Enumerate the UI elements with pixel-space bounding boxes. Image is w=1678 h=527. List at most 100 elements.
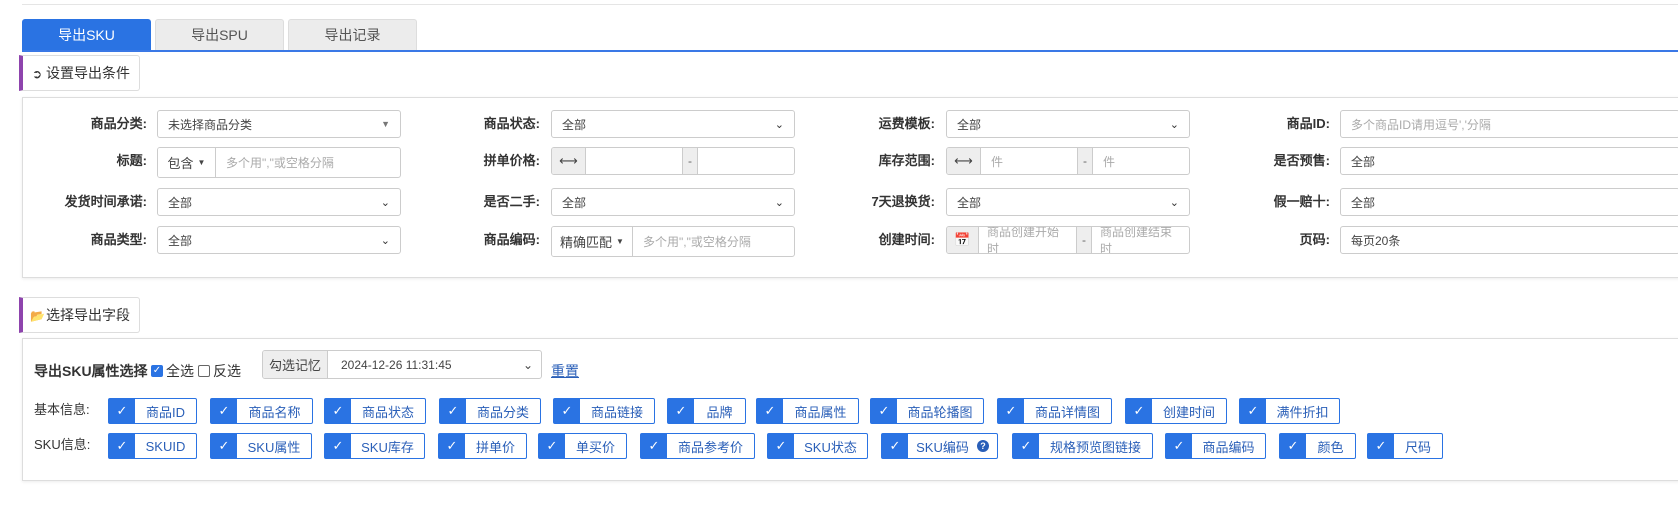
created-end-input[interactable]: 商品创建结束时 [1092, 227, 1189, 253]
chevron-down-icon: ⌄ [1169, 118, 1179, 131]
field-label: 商品轮播图 [907, 404, 973, 420]
freight-value: 全部 [957, 117, 982, 132]
title-mode-dropdown[interactable]: 包含 ▼ [158, 148, 216, 177]
goods-id-placeholder: 多个商品ID请用逗号','分隔 [1351, 117, 1491, 132]
field-label: 满件折扣 [1276, 404, 1329, 420]
help-circle-icon: ? [977, 440, 989, 452]
sku-field-checkbox[interactable]: ✓ 商品参考价 [640, 433, 755, 459]
stock-min-input[interactable]: 件 [981, 148, 1077, 174]
field-label: SKUID [145, 438, 186, 454]
range-separator: - [682, 148, 698, 174]
group-price-max-input[interactable] [698, 148, 794, 174]
sku-field-checkbox[interactable]: ✓ SKU属性 [210, 433, 312, 459]
invert-checkbox[interactable]: 反选 [198, 361, 241, 381]
stock-label: 库存范围: [878, 153, 935, 168]
caret-down-icon: ▼ [616, 237, 624, 246]
goods-type-value: 全部 [168, 233, 193, 248]
range-arrows-icon: ⟷ [552, 148, 586, 174]
freight-label: 运费模板: [878, 116, 935, 131]
basic-field-checkbox[interactable]: ✓ 创建时间 [1125, 398, 1227, 424]
field-label: 规格预览图链接 [1049, 439, 1141, 455]
select-all-checkbox[interactable]: ✓ 全选 [151, 361, 194, 381]
ship-promise-select[interactable]: 全部 ⌄ [157, 188, 401, 216]
chevron-down-icon: ⌄ [522, 357, 533, 372]
range-arrows-icon: ⟷ [947, 148, 981, 174]
stock-max-input[interactable]: 件 [1093, 148, 1189, 174]
sku-field-checkbox[interactable]: ✓ 规格预览图链接 [1012, 433, 1153, 459]
tab-export-records[interactable]: 导出记录 [288, 19, 417, 50]
sku-field-checkbox[interactable]: ✓ SKU编码? [881, 433, 998, 459]
group-price-range: ⟷ - [551, 147, 795, 175]
goods-code-mode-value: 精确匹配 [560, 235, 613, 250]
goods-type-select[interactable]: 全部 ⌄ [157, 226, 401, 254]
sku-field-checkbox[interactable]: ✓ SKUID [108, 433, 197, 459]
group-price-min-input[interactable] [586, 148, 682, 174]
page-size-select[interactable]: 每页20条 [1340, 226, 1678, 254]
second-hand-select[interactable]: 全部 ⌄ [551, 188, 795, 216]
goods-code-placeholder: 多个用","或空格分隔 [643, 235, 751, 249]
title-mode-value: 包含 [167, 156, 194, 171]
field-label: 商品详情图 [1034, 404, 1100, 420]
status-select[interactable]: 全部 ⌄ [551, 110, 795, 138]
check-icon: ✓ [109, 399, 135, 423]
tab-export-sku[interactable]: 导出SKU [22, 19, 151, 50]
return7-select[interactable]: 全部 ⌄ [946, 188, 1190, 216]
basic-field-checkbox[interactable]: ✓ 满件折扣 [1239, 398, 1340, 424]
field-label: 单买价 [575, 439, 615, 455]
presale-label: 是否预售: [1273, 153, 1330, 168]
field-label: 商品参考价 [677, 439, 743, 455]
check-icon: ✓ [554, 399, 580, 423]
check-icon: ✓ [668, 399, 694, 423]
sku-info-label: SKU信息: [34, 437, 91, 452]
freight-select[interactable]: 全部 ⌄ [946, 110, 1190, 138]
folder-open-icon: 📂 [30, 309, 45, 323]
basic-field-checkbox[interactable]: ✓ 商品名称 [210, 398, 313, 424]
status-value: 全部 [562, 117, 587, 132]
sku-field-checkbox[interactable]: ✓ 拼单价 [438, 433, 527, 459]
title-placeholder: 多个用","或空格分隔 [226, 156, 334, 170]
created-label: 创建时间: [878, 232, 935, 247]
memory-select[interactable]: 2024-12-26 11:31:45 ⌄ [328, 351, 541, 378]
ship-promise-value: 全部 [168, 195, 193, 210]
created-start-input[interactable]: 商品创建开始时 [979, 227, 1076, 253]
check-icon: ✓ [768, 434, 794, 458]
sku-field-checkbox[interactable]: ✓ SKU状态 [767, 433, 868, 459]
check-icon: ✓ [539, 434, 565, 458]
field-label: SKU库存 [361, 439, 414, 455]
caret-down-icon: ▼ [197, 158, 206, 167]
basic-field-checkbox[interactable]: ✓ 商品链接 [553, 398, 655, 424]
check-icon: ✓ [439, 434, 465, 458]
basic-field-checkbox[interactable]: ✓ 商品ID [108, 398, 197, 424]
basic-info-label: 基本信息: [34, 402, 90, 417]
title-filter: 包含 ▼ 多个用","或空格分隔 [157, 147, 401, 178]
basic-field-checkbox[interactable]: ✓ 商品分类 [439, 398, 541, 424]
sku-field-checkbox[interactable]: ✓ 尺码 [1367, 433, 1443, 459]
presale-select[interactable]: 全部 [1340, 147, 1678, 175]
sku-field-checkbox[interactable]: ✓ 商品编码 [1165, 433, 1266, 459]
field-label: 拼单价 [475, 439, 515, 455]
sku-field-checkbox[interactable]: ✓ 单买价 [538, 433, 627, 459]
select-all-label: 全选 [166, 363, 194, 379]
basic-field-checkbox[interactable]: ✓ 商品详情图 [997, 398, 1112, 424]
tab-export-spu[interactable]: 导出SPU [155, 19, 284, 50]
conditions-header[interactable]: ➲ 设置导出条件 [19, 55, 140, 91]
title-input[interactable]: 多个用","或空格分隔 [216, 148, 400, 177]
goods-code-input[interactable]: 多个用","或空格分隔 [633, 227, 794, 256]
reset-link[interactable]: 重置 [551, 361, 579, 381]
field-label: 品牌 [706, 404, 733, 420]
goods-code-mode-dropdown[interactable]: 精确匹配 ▼ [552, 227, 633, 256]
return7-value: 全部 [957, 195, 982, 210]
basic-field-checkbox[interactable]: ✓ 品牌 [667, 398, 746, 424]
sku-field-checkbox[interactable]: ✓ SKU库存 [324, 433, 425, 459]
fields-header[interactable]: 📂选择导出字段 [19, 297, 140, 333]
basic-field-checkbox[interactable]: ✓ 商品属性 [756, 398, 859, 424]
sku-field-checkbox[interactable]: ✓ 颜色 [1279, 433, 1356, 459]
fake-pay10-select[interactable]: 全部 [1340, 188, 1678, 216]
caret-down-icon: ▼ [381, 119, 390, 129]
created-range: 📅 商品创建开始时 - 商品创建结束时 [946, 226, 1190, 254]
basic-field-checkbox[interactable]: ✓ 商品轮播图 [870, 398, 984, 424]
basic-field-checkbox[interactable]: ✓ 商品状态 [324, 398, 426, 424]
category-select[interactable]: 未选择商品分类 ▼ [157, 110, 401, 138]
field-label: 商品编码 [1202, 439, 1255, 455]
goods-id-input[interactable]: 多个商品ID请用逗号','分隔 [1340, 110, 1678, 138]
